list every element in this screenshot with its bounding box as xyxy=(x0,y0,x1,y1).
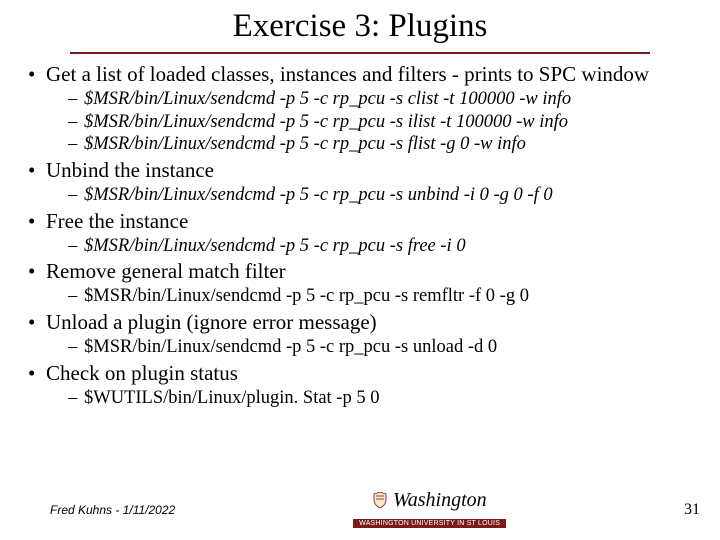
sub-item: $MSR/bin/Linux/sendcmd -p 5 -c rp_pcu -s… xyxy=(68,285,698,308)
sub-item: $MSR/bin/Linux/sendcmd -p 5 -c rp_pcu -s… xyxy=(68,111,698,134)
footer-university-name: Washington xyxy=(393,489,487,511)
sub-item: $MSR/bin/Linux/sendcmd -p 5 -c rp_pcu -s… xyxy=(68,235,698,258)
bullet-text: Unload a plugin (ignore error message) xyxy=(46,310,377,334)
slide-title: Exercise 3: Plugins xyxy=(20,8,700,47)
sub-item: $MSR/bin/Linux/sendcmd -p 5 -c rp_pcu -s… xyxy=(68,336,698,359)
bullet-text: Check on plugin status xyxy=(46,361,238,385)
sub-item: $MSR/bin/Linux/sendcmd -p 5 -c rp_pcu -s… xyxy=(68,133,698,156)
page-number: 31 xyxy=(684,501,700,519)
sub-item: $MSR/bin/Linux/sendcmd -p 5 -c rp_pcu -s… xyxy=(68,184,698,207)
sub-list: $WUTILS/bin/Linux/plugin. Stat -p 5 0 xyxy=(46,387,698,410)
sub-list: $MSR/bin/Linux/sendcmd -p 5 -c rp_pcu -s… xyxy=(46,88,698,156)
bullet-text: Unbind the instance xyxy=(46,158,214,182)
bullet-item: Free the instance $MSR/bin/Linux/sendcmd… xyxy=(28,209,698,258)
bullet-item: Remove general match filter $MSR/bin/Lin… xyxy=(28,259,698,308)
bullet-text: Get a list of loaded classes, instances … xyxy=(46,62,649,86)
bullet-text: Remove general match filter xyxy=(46,259,286,283)
bullet-item: Unload a plugin (ignore error message) $… xyxy=(28,310,698,359)
title-underline xyxy=(70,51,650,54)
footer-author-date: Fred Kuhns - 1/11/2022 xyxy=(50,503,175,517)
sub-item: $MSR/bin/Linux/sendcmd -p 5 -c rp_pcu -s… xyxy=(68,88,698,111)
sub-list: $MSR/bin/Linux/sendcmd -p 5 -c rp_pcu -s… xyxy=(46,336,698,359)
sub-item: $WUTILS/bin/Linux/plugin. Stat -p 5 0 xyxy=(68,387,698,410)
shield-icon xyxy=(373,492,387,508)
bullet-item: Unbind the instance $MSR/bin/Linux/sendc… xyxy=(28,158,698,207)
slide-title-text: Exercise 3: Plugins xyxy=(233,8,488,45)
footer-university-sub: WASHINGTON UNIVERSITY IN ST LOUIS xyxy=(353,519,506,528)
bullet-text: Free the instance xyxy=(46,209,188,233)
bullet-item: Get a list of loaded classes, instances … xyxy=(28,62,698,156)
sub-list: $MSR/bin/Linux/sendcmd -p 5 -c rp_pcu -s… xyxy=(46,285,698,308)
footer-logo: Washington WASHINGTON UNIVERSITY IN ST L… xyxy=(175,489,684,530)
bullet-list: Get a list of loaded classes, instances … xyxy=(20,62,700,409)
sub-list: $MSR/bin/Linux/sendcmd -p 5 -c rp_pcu -s… xyxy=(46,184,698,207)
footer: Fred Kuhns - 1/11/2022 Washington WASHIN… xyxy=(0,489,720,530)
bullet-item: Check on plugin status $WUTILS/bin/Linux… xyxy=(28,361,698,410)
sub-list: $MSR/bin/Linux/sendcmd -p 5 -c rp_pcu -s… xyxy=(46,235,698,258)
